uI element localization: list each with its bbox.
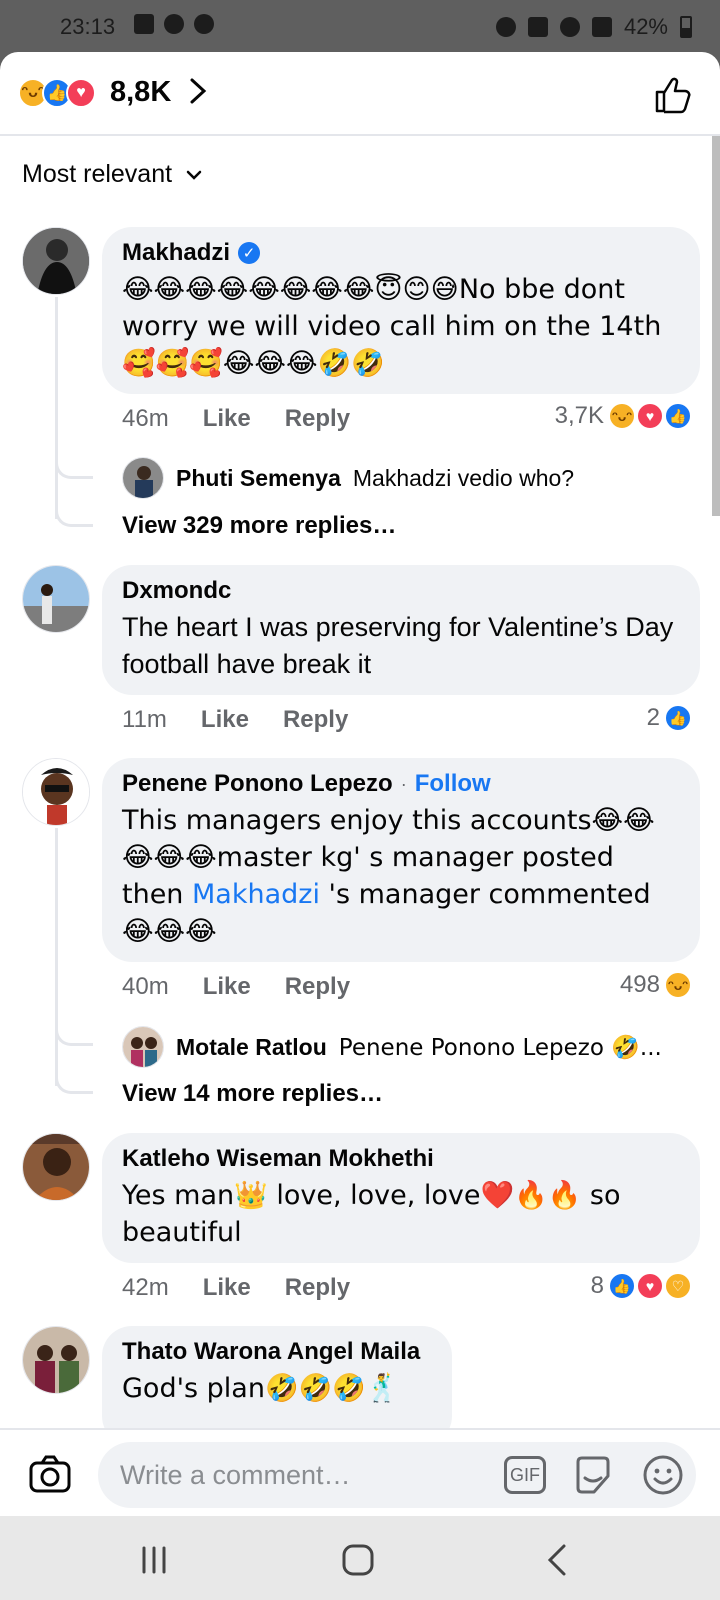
avatar-phuti[interactable] bbox=[122, 457, 164, 499]
like-button[interactable]: Like bbox=[203, 973, 251, 1001]
haha-icon: ᵔᴗᵔ bbox=[664, 971, 692, 999]
reply-text: Makhadzi vedio who? bbox=[352, 464, 575, 491]
verified-badge-icon: ✓ bbox=[238, 242, 261, 264]
care-icon: ♡ bbox=[664, 1272, 692, 1300]
sort-dropdown[interactable]: Most relevant bbox=[22, 160, 202, 189]
reaction-count-value: 8 bbox=[590, 1272, 604, 1299]
comment-text: This managers enjoy this accounts😂😂😂😂😂ma… bbox=[122, 802, 680, 950]
comment-actions: 42m Like Reply bbox=[122, 1274, 350, 1302]
back-icon[interactable] bbox=[538, 1540, 578, 1580]
like-outline-icon[interactable] bbox=[654, 76, 692, 114]
reply-text: Penene Ponono Lepezo 🤣... bbox=[338, 1034, 662, 1061]
like-icon: 👍 bbox=[664, 704, 692, 732]
comment-text: Yes man👑 love, love, love❤️🔥🔥 so beautif… bbox=[122, 1180, 621, 1248]
reaction-count[interactable]: 8 👍 ♥ ♡ bbox=[590, 1272, 692, 1300]
tiktok-icon bbox=[194, 14, 214, 34]
like-button[interactable]: Like bbox=[203, 1274, 251, 1302]
chevron-down-icon bbox=[186, 170, 202, 180]
reply-button[interactable]: Reply bbox=[283, 706, 348, 734]
sort-label: Most relevant bbox=[22, 160, 173, 188]
reply-preview[interactable]: Phuti Semenya Makhadzi vedio who? bbox=[122, 457, 574, 499]
like-icon: 👍 bbox=[608, 1272, 636, 1300]
like-button[interactable]: Like bbox=[203, 405, 251, 433]
recent-apps-icon[interactable] bbox=[134, 1540, 174, 1580]
comment-text: 😂😂😂😂😂😂😂😂😇😊😅No bbe dont worry we will vid… bbox=[122, 274, 662, 379]
view-more-replies[interactable]: View 14 more replies… bbox=[122, 1080, 383, 1108]
love-icon: ♥ bbox=[636, 402, 664, 430]
reaction-count[interactable]: 3,7K ᵔᴗᵔ ♥ 👍 bbox=[554, 402, 692, 430]
comment-composer: GIF bbox=[0, 1428, 720, 1516]
status-bar: 23:13 42% bbox=[0, 0, 720, 52]
alarm-icon bbox=[495, 17, 516, 37]
comment-actions: 40m Like Reply bbox=[122, 973, 350, 1001]
scrollbar[interactable] bbox=[712, 136, 720, 516]
comment-actions: 11m Like Reply bbox=[122, 706, 348, 734]
comment-time[interactable]: 42m bbox=[122, 1274, 169, 1302]
comment-author[interactable]: Penene Ponono Lepezo bbox=[122, 770, 393, 798]
reaction-count[interactable]: 2 👍 bbox=[646, 704, 692, 732]
reply-button[interactable]: Reply bbox=[285, 973, 350, 1001]
mute-icon bbox=[527, 17, 548, 37]
gif-button[interactable]: GIF bbox=[504, 1456, 546, 1494]
cloud-icon bbox=[164, 14, 184, 34]
haha-icon: ᵔᴗᵔ bbox=[608, 402, 636, 430]
comment-author[interactable]: Thato Warona Angel Maila bbox=[122, 1338, 420, 1366]
gallery-icon bbox=[134, 14, 154, 34]
avatar-katleho[interactable] bbox=[22, 1133, 90, 1201]
avatar-motale[interactable] bbox=[122, 1026, 164, 1068]
comment-bubble[interactable]: Penene Ponono Lepezo · Follow This manag… bbox=[102, 758, 700, 962]
comment-bubble[interactable]: Dxmondc The heart I was preserving for V… bbox=[102, 565, 700, 695]
love-icon: ♥ bbox=[66, 78, 96, 108]
comment-time[interactable]: 11m bbox=[122, 706, 167, 734]
comment-text: The heart I was preserving for Valentine… bbox=[122, 612, 674, 679]
comment-time[interactable]: 40m bbox=[122, 973, 169, 1001]
reaction-count-value: 2 bbox=[646, 704, 660, 731]
signal-icon bbox=[591, 17, 612, 37]
sticker-icon[interactable] bbox=[572, 1454, 614, 1496]
comment-author[interactable]: Dxmondc bbox=[122, 577, 231, 605]
comment-author[interactable]: Katleho Wiseman Mokhethi bbox=[122, 1145, 434, 1173]
reply-preview[interactable]: Motale Ratlou Penene Ponono Lepezo 🤣... bbox=[122, 1026, 662, 1068]
emoji-icon[interactable] bbox=[642, 1454, 684, 1496]
avatar-dxmondc[interactable] bbox=[22, 565, 90, 633]
comments-sheet: ᵔᴗᵔ 👍 ♥ 8,8K Most relevant Makhadzi ✓ 😂😂… bbox=[0, 52, 720, 1516]
reply-button[interactable]: Reply bbox=[285, 1274, 350, 1302]
love-icon: ♥ bbox=[636, 1272, 664, 1300]
comment-author[interactable]: Makhadzi bbox=[122, 239, 230, 267]
reply-button[interactable]: Reply bbox=[285, 405, 350, 433]
camera-icon[interactable] bbox=[28, 1452, 72, 1496]
mention-link[interactable]: Makhadzi bbox=[192, 879, 320, 910]
comment-bubble[interactable]: Makhadzi ✓ 😂😂😂😂😂😂😂😂😇😊😅No bbe dont worry … bbox=[102, 227, 700, 394]
avatar-makhadzi[interactable] bbox=[22, 227, 90, 295]
reply-author[interactable]: Motale Ratlou bbox=[176, 1034, 327, 1061]
reaction-count[interactable]: 498 ᵔᴗᵔ bbox=[619, 971, 692, 999]
comment-time[interactable]: 46m bbox=[122, 405, 169, 433]
comment-actions: 46m Like Reply bbox=[122, 405, 350, 433]
hotspot-icon bbox=[559, 17, 580, 37]
reaction-icons[interactable]: ᵔᴗᵔ 👍 ♥ bbox=[18, 78, 96, 108]
reaction-count-value: 498 bbox=[619, 971, 660, 998]
battery-percent: 42% bbox=[623, 14, 668, 39]
follow-button[interactable]: Follow bbox=[415, 770, 491, 798]
reply-author[interactable]: Phuti Semenya bbox=[176, 465, 341, 492]
chevron-right-icon[interactable] bbox=[188, 76, 208, 106]
home-icon[interactable] bbox=[338, 1540, 378, 1580]
comment-text: God's plan🤣🤣🤣🕺 bbox=[122, 1373, 400, 1404]
battery-icon bbox=[680, 16, 692, 38]
reaction-total[interactable]: 8,8K bbox=[110, 76, 171, 109]
reaction-count-value: 3,7K bbox=[554, 402, 604, 429]
reactions-header[interactable]: ᵔᴗᵔ 👍 ♥ 8,8K bbox=[0, 52, 720, 136]
status-time: 23:13 bbox=[60, 14, 116, 39]
avatar-thato[interactable] bbox=[22, 1326, 90, 1394]
avatar-penene[interactable] bbox=[22, 758, 90, 826]
like-button[interactable]: Like bbox=[201, 706, 249, 734]
view-more-replies[interactable]: View 329 more replies… bbox=[122, 512, 396, 540]
navigation-bar bbox=[0, 1516, 720, 1600]
comment-bubble[interactable]: Katleho Wiseman Mokhethi Yes man👑 love, … bbox=[102, 1133, 700, 1263]
like-icon: 👍 bbox=[664, 402, 692, 430]
